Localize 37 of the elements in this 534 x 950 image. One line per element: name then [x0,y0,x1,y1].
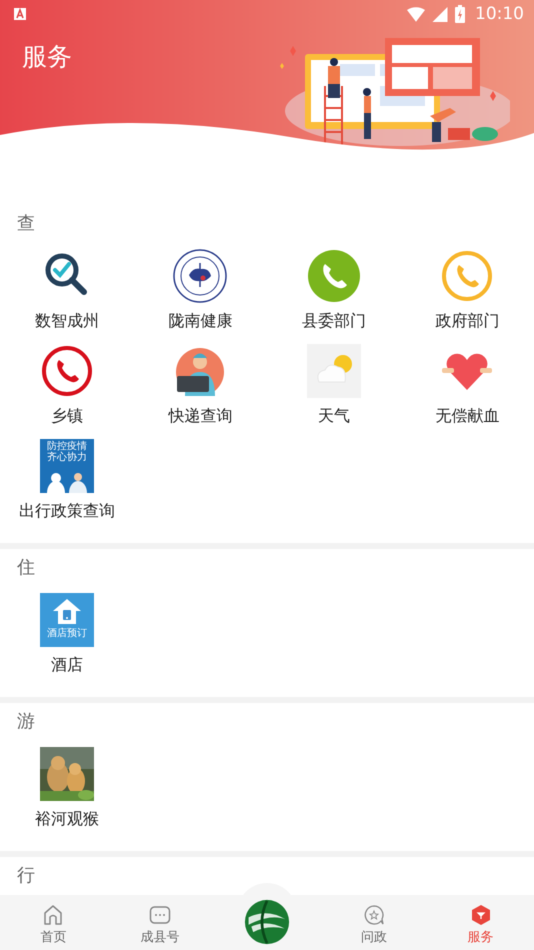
wifi-icon [407,6,425,22]
status-time: 10:10 [475,4,524,24]
service-label[interactable]: 无偿献血 [435,406,500,426]
star-bubble-icon [362,904,385,926]
nav-tab[interactable]: 服务 [427,895,534,950]
hexagon-icon [470,904,492,926]
house-icon [52,598,82,624]
service-label[interactable]: 酒店 [50,655,83,675]
poster-text: 防控疫情 [46,441,87,452]
nav-tab[interactable]: 首页 [0,895,107,950]
nav-tab[interactable]: 成县号 [106,895,214,950]
battery-icon [455,5,465,23]
section-heading: 查 [16,213,36,235]
service-label[interactable]: 天气 [318,406,350,426]
page-title: 服务 [22,41,73,73]
service-label[interactable]: 出行政策查询 [18,501,115,521]
app-logo-icon[interactable] [244,899,290,945]
chat-bubble-icon [149,904,172,926]
emblem-icon[interactable] [173,249,228,303]
poster-icon[interactable]: 防控疫情 齐心协力 [40,439,94,493]
service-label[interactable]: 政府部门 [435,311,500,331]
service-label[interactable]: 县委部门 [302,311,366,331]
service-label[interactable]: 陇南健康 [168,311,232,331]
service-label[interactable]: 裕河观猴 [34,809,99,829]
phone-icon[interactable] [40,344,94,398]
service-label[interactable]: 数智成州 [34,311,99,331]
section-heading: 游 [16,711,36,733]
poster-text: 齐心协力 [46,452,87,463]
icon-caption: 酒店预订 [46,627,87,641]
home-icon [42,904,64,926]
service-label[interactable]: 乡镇 [50,406,83,426]
service-label[interactable]: 快递查询 [168,406,232,426]
notification-icon [14,8,26,20]
section-heading: 住 [16,557,36,579]
section-heading: 行 [16,865,36,887]
signal-icon [431,6,449,22]
nav-tab[interactable]: 问政 [320,895,428,950]
